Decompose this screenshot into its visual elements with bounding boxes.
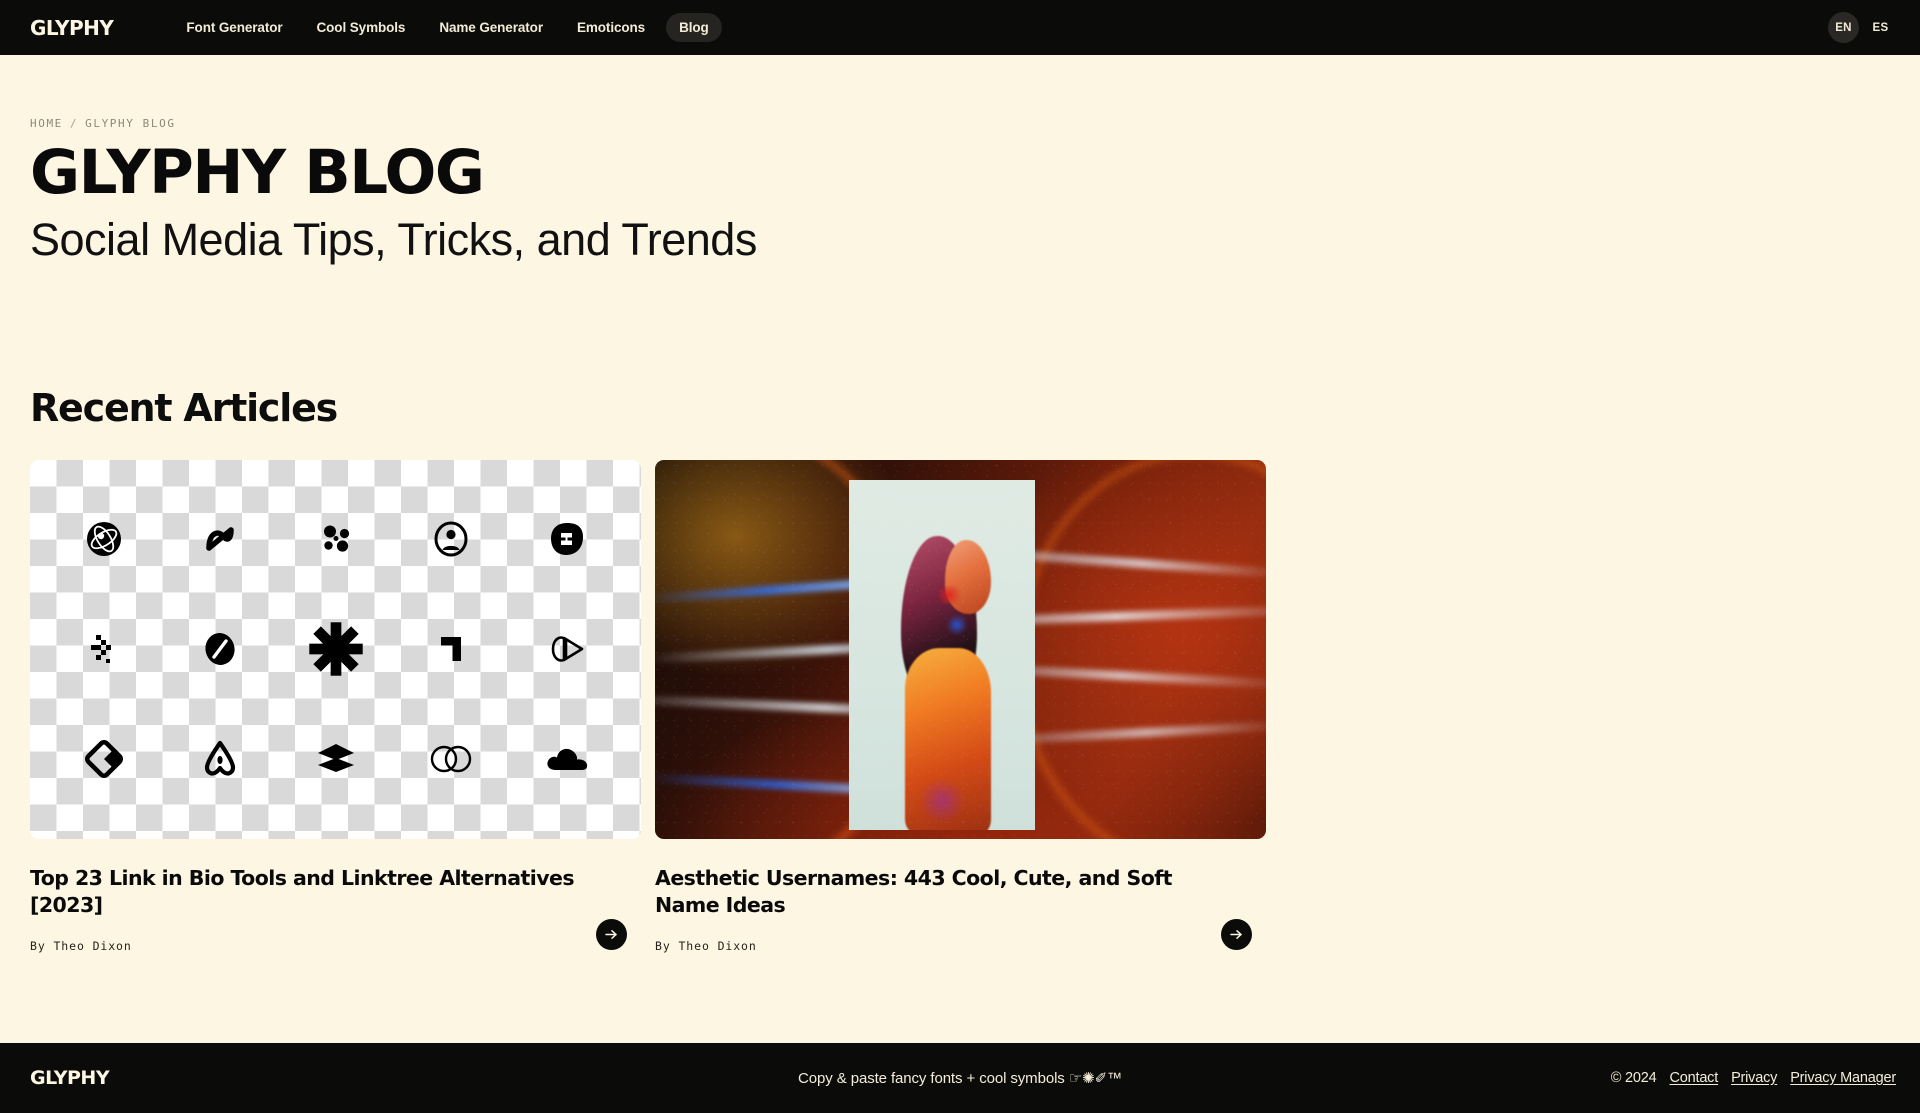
figure-red-glitch bbox=[935, 585, 963, 604]
corner-bracket-icon bbox=[422, 620, 480, 678]
icon-row-2 bbox=[75, 620, 596, 678]
site-footer: GLYPHY Copy & paste fancy fonts + cool s… bbox=[0, 1043, 1920, 1113]
article-title[interactable]: Aesthetic Usernames: 443 Cool, Cute, and… bbox=[655, 865, 1215, 919]
language-switcher: EN ES bbox=[1828, 0, 1896, 55]
breadcrumb: HOME / GLYPHY BLOG bbox=[30, 117, 1890, 130]
dots-cluster-icon bbox=[307, 510, 365, 568]
breadcrumb-home[interactable]: HOME bbox=[30, 117, 63, 130]
footer-legal-links: © 2024 Contact Privacy Privacy Manager bbox=[1611, 1070, 1896, 1086]
airbnb-icon bbox=[191, 730, 249, 788]
footer-link-privacy-manager[interactable]: Privacy Manager bbox=[1790, 1070, 1896, 1086]
breadcrumb-separator: / bbox=[69, 117, 79, 130]
layers-stack-icon bbox=[307, 730, 365, 788]
arrow-right-icon bbox=[1230, 929, 1242, 939]
article-read-more-arrow-button[interactable] bbox=[1221, 918, 1252, 950]
article-card[interactable]: Top 23 Link in Bio Tools and Linktree Al… bbox=[30, 459, 641, 953]
page-subtitle: Social Media Tips, Tricks, and Trends bbox=[30, 214, 757, 266]
beacons-icon bbox=[75, 510, 133, 568]
figure-blue-glitch bbox=[947, 613, 967, 636]
page-content: HOME / GLYPHY BLOG GLYPHY BLOG Social Me… bbox=[0, 117, 1920, 953]
article-title[interactable]: Top 23 Link in Bio Tools and Linktree Al… bbox=[30, 865, 590, 919]
article-grid: Top 23 Link in Bio Tools and Linktree Al… bbox=[30, 459, 1266, 953]
nav-item-blog[interactable]: Blog bbox=[666, 13, 722, 42]
article-read-more-arrow-button[interactable] bbox=[596, 918, 627, 950]
transparency-checkerboard bbox=[30, 459, 641, 839]
top-navbar: GLYPHY Font Generator Cool Symbols Name … bbox=[0, 0, 1920, 55]
nav-item-font-generator[interactable]: Font Generator bbox=[173, 13, 295, 42]
icon-row-3 bbox=[75, 730, 596, 788]
milkshake-icon bbox=[538, 510, 596, 568]
user-profile-icon bbox=[422, 510, 480, 568]
nav-item-cool-symbols[interactable]: Cool Symbols bbox=[304, 13, 419, 42]
glitch-art-portrait bbox=[655, 459, 1266, 839]
decor-arc bbox=[1016, 459, 1266, 839]
linked-circles-icon bbox=[422, 730, 480, 788]
footer-copyright: © 2024 bbox=[1610, 1070, 1657, 1086]
play-outline-icon bbox=[538, 620, 596, 678]
primary-nav: Font Generator Cool Symbols Name Generat… bbox=[173, 13, 722, 42]
section-heading-recent-articles: Recent Articles bbox=[30, 385, 338, 430]
cloud-icon bbox=[538, 730, 596, 788]
slash-circle-icon bbox=[191, 620, 249, 678]
article-author: By Theo Dixon bbox=[30, 938, 132, 953]
footer-brand-logo[interactable]: GLYPHY bbox=[30, 1067, 110, 1089]
figure-purple-glitch bbox=[919, 779, 965, 822]
icon-row-1 bbox=[75, 510, 596, 568]
article-thumbnail-glitch-art[interactable] bbox=[655, 459, 1266, 839]
breadcrumb-current: GLYPHY BLOG bbox=[85, 117, 176, 130]
asterisk-starburst-icon bbox=[307, 620, 365, 678]
article-thumbnail-icon-sheet[interactable] bbox=[30, 459, 641, 839]
nav-item-emoticons[interactable]: Emoticons bbox=[564, 13, 658, 42]
footer-link-privacy[interactable]: Privacy bbox=[1731, 1070, 1777, 1086]
linktree-n-icon bbox=[191, 510, 249, 568]
diamond-split-icon bbox=[75, 730, 133, 788]
language-option-es[interactable]: ES bbox=[1865, 12, 1896, 43]
footer-link-contact[interactable]: Contact bbox=[1669, 1070, 1718, 1086]
page-title: GLYPHY BLOG bbox=[30, 137, 485, 208]
article-author: By Theo Dixon bbox=[655, 938, 757, 953]
brand-logo[interactable]: GLYPHY bbox=[30, 16, 114, 40]
inner-photo-panel bbox=[849, 479, 1035, 830]
language-option-en[interactable]: EN bbox=[1828, 12, 1859, 43]
article-card[interactable]: Aesthetic Usernames: 443 Cool, Cute, and… bbox=[655, 459, 1266, 953]
nav-item-name-generator[interactable]: Name Generator bbox=[426, 13, 556, 42]
arrow-right-icon bbox=[605, 929, 617, 939]
pixel-sparkle-icon bbox=[75, 620, 133, 678]
